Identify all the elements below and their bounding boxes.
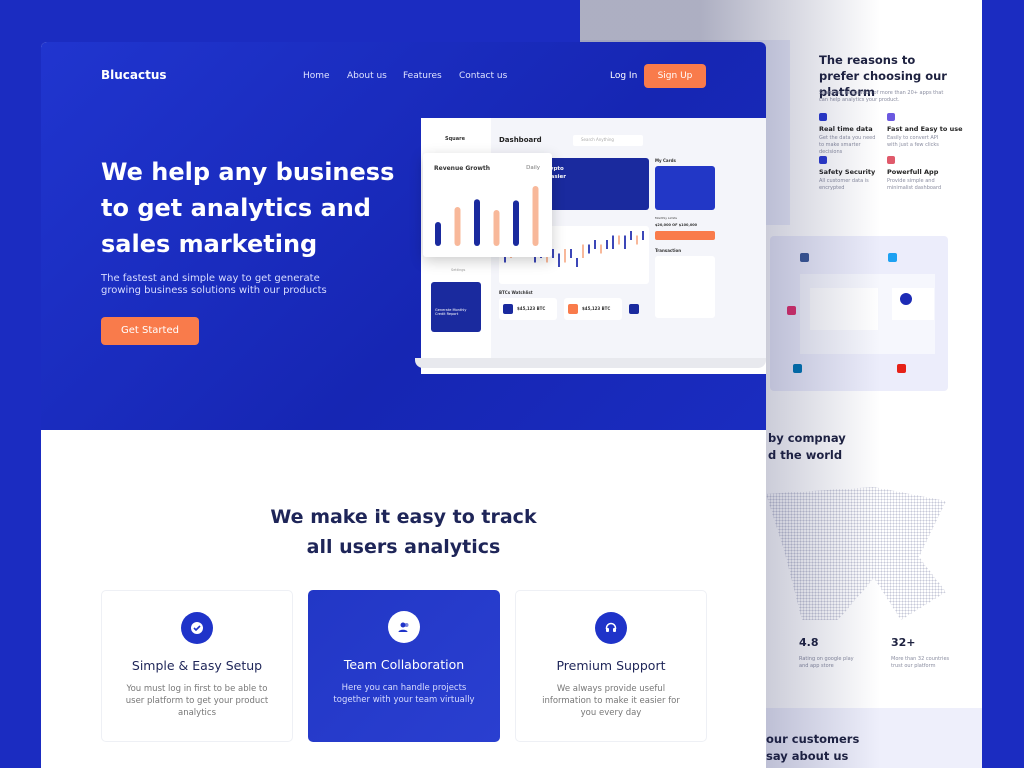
dash-limits: Monthly Limits [655, 216, 677, 220]
nav-features[interactable]: Features [403, 71, 442, 81]
candle [624, 235, 626, 249]
feature-desc: We always provide useful information to … [542, 684, 680, 718]
reason-title: Fast and Easy to use [887, 125, 963, 133]
dash-logo: Square [445, 136, 465, 142]
dash-cards: My Cards [655, 158, 676, 163]
dash-watchlist: BTCs Watchlist [499, 290, 533, 295]
revenue-bar [454, 207, 461, 246]
world-title: by compnay d the world [768, 431, 846, 462]
feature-title: Premium Support [556, 658, 666, 673]
feature-title: Team Collaboration [343, 657, 465, 672]
get-started-button[interactable]: Get Started [101, 317, 199, 345]
feature-desc: You must log in first to be able to user… [125, 684, 269, 718]
instagram-icon [787, 306, 796, 315]
revenue-bar [474, 199, 480, 246]
login-link[interactable]: Log In [610, 71, 637, 81]
revenue-bar [435, 222, 441, 246]
world-map [766, 487, 946, 620]
dash-transaction: Transaction [655, 248, 682, 253]
team-icon [388, 611, 420, 643]
section-title: We make it easy to track all users analy… [270, 506, 537, 558]
candle [594, 240, 596, 249]
dash-title: Dashboard [499, 136, 542, 144]
reason-desc: Easily to convert API with just a few cl… [887, 135, 939, 148]
hero-section: Blucactus Home About us Features Contact… [41, 42, 766, 430]
dash-limit-value: $20,000 OF $100,000 [655, 223, 698, 227]
reason-title: Powerfull App [887, 168, 939, 176]
reason-desc: Provide simple and minimalist dashboard [887, 178, 942, 191]
reason-title: Real time data [819, 125, 873, 133]
hero-title: We help any business to get analytics an… [101, 158, 395, 258]
candle [582, 244, 584, 258]
twitter-icon [888, 253, 897, 262]
candle [576, 258, 578, 267]
stat-value: 4.8 [799, 636, 819, 649]
candle [618, 235, 620, 245]
reason-title: Safety Security [819, 168, 876, 176]
revenue-bar [513, 200, 519, 246]
integration-illustration [770, 236, 948, 391]
reason-desc: All customer data is encrypted [819, 178, 869, 191]
app-icon [887, 156, 895, 164]
eth-icon [629, 304, 639, 314]
candle [552, 249, 554, 258]
revenue-bar [493, 210, 500, 246]
dash-report: Generate Monthly Credit Report [435, 308, 467, 316]
candle [642, 231, 644, 240]
candle [636, 235, 638, 245]
reason-desc: Get the data you need to make smarter de… [819, 135, 876, 155]
dash-btc: $45,123 BTC [517, 306, 546, 311]
feature-desc: Here you can handle projects together wi… [333, 683, 475, 705]
lock-icon [819, 156, 827, 164]
fast-icon [887, 113, 895, 121]
signup-button[interactable]: Sign Up [644, 64, 706, 88]
feature-title: Simple & Easy Setup [131, 658, 263, 673]
candle [558, 253, 560, 267]
feature-card-team[interactable]: Team Collaboration Here you can handle p… [308, 590, 500, 742]
feature-card-support[interactable]: Premium Support We always provide useful… [515, 590, 707, 742]
stat-value: 32+ [891, 636, 916, 649]
feature-card-setup[interactable]: Simple & Easy Setup You must log in firs… [101, 590, 293, 742]
candle [612, 235, 614, 249]
check-circle-icon [181, 612, 213, 644]
candle [600, 244, 602, 254]
stat-desc: More than 32 countries trust our platfor… [891, 656, 950, 669]
dash-settings: Settings [451, 268, 466, 272]
nav-home[interactable]: Home [303, 71, 330, 81]
brand-logo[interactable]: Blucactus [101, 68, 167, 82]
reasons-subtitle: Seamless integration of more than 20+ ap… [819, 90, 944, 103]
candle [606, 240, 608, 249]
coin-icon [568, 304, 578, 314]
revenue-period[interactable]: Daily [526, 165, 540, 171]
candle [570, 249, 572, 258]
headset-icon [595, 612, 627, 644]
dash-search: Search Anything [581, 137, 614, 142]
candle [588, 244, 590, 254]
dash-btc: $45,123 BTC [582, 306, 611, 311]
revenue-title: Revenue Growth [434, 165, 491, 172]
linkedin-icon [793, 364, 802, 373]
nav-about[interactable]: About us [347, 71, 387, 81]
youtube-icon [897, 364, 906, 373]
bitcoin-icon [503, 304, 513, 314]
revenue-bar-chart [435, 186, 539, 246]
hero-subtitle: The fastest and simple way to get genera… [101, 273, 327, 296]
landing-page: Blucactus Home About us Features Contact… [41, 42, 766, 768]
stat-desc: Rating on google play and app store [799, 656, 854, 669]
realtime-icon [819, 113, 827, 121]
testimonial-title: our customers say about us [766, 732, 860, 763]
candle [630, 231, 632, 240]
revenue-growth-card: Revenue Growth Daily [423, 153, 552, 257]
candle [564, 249, 566, 263]
facebook-icon [800, 253, 809, 262]
nav-contact[interactable]: Contact us [459, 71, 507, 81]
revenue-bar [532, 186, 539, 246]
